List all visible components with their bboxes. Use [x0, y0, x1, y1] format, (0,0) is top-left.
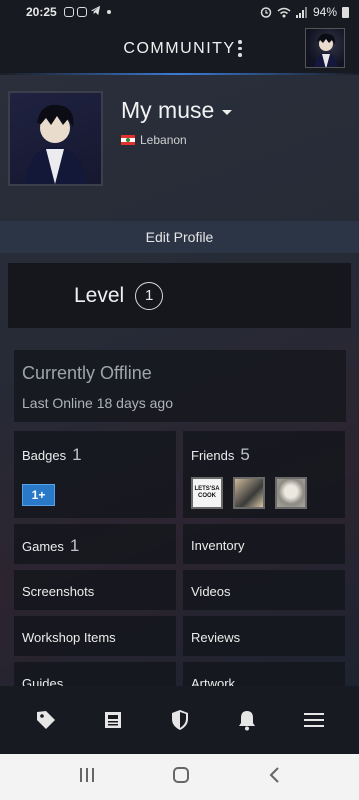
badges-count: 1 [72, 445, 82, 464]
status-time: 20:25 [26, 5, 57, 19]
screenshots-label: Screenshots [22, 584, 95, 599]
profile-content[interactable]: My muse Lebanon Edit Profile Level 1 Cur… [0, 75, 359, 686]
artwork-label: Artwork [191, 676, 236, 686]
friend-avatar[interactable] [233, 477, 265, 509]
guides-tile[interactable]: Guides [14, 662, 176, 686]
notification-dot-icon [106, 10, 111, 14]
games-tile[interactable]: Games 1 [14, 524, 176, 564]
friends-count: 5 [240, 445, 250, 464]
videos-tile[interactable]: Videos [183, 570, 345, 610]
profile-name[interactable]: My muse [121, 97, 233, 124]
friends-label: Friends 5 [191, 445, 250, 464]
games-count: 1 [69, 536, 80, 555]
guides-label: Guides [22, 676, 64, 686]
alarm-icon [260, 7, 272, 18]
telegram-icon [90, 5, 101, 19]
badge-icon[interactable]: 1+ [22, 484, 55, 506]
status-panel: Currently Offline Last Online 18 days ag… [14, 350, 346, 422]
screenshots-tile[interactable]: Screenshots [14, 570, 176, 610]
profile-name-text: My muse [121, 97, 215, 123]
videos-label: Videos [191, 584, 231, 599]
more-options-icon[interactable] [238, 40, 242, 57]
level-panel: Level 1 [8, 263, 351, 328]
badges-tile[interactable]: Badges 1 1+ [14, 431, 176, 518]
reviews-label: Reviews [191, 630, 241, 645]
status-bar: 20:25 94% [0, 0, 359, 24]
friends-tile[interactable]: Friends 5 LETS'SA COOK [183, 431, 345, 518]
inventory-label: Inventory [191, 538, 245, 553]
battery-icon [342, 6, 349, 18]
recent-apps-icon[interactable] [78, 767, 96, 788]
instagram-icon [76, 7, 87, 17]
last-online: Last Online 18 days ago [22, 395, 173, 411]
level-label: Level [74, 283, 125, 307]
menu-icon[interactable] [299, 705, 329, 735]
news-icon[interactable] [98, 705, 128, 735]
friend-avatar[interactable]: LETS'SA COOK [191, 477, 223, 509]
wifi-icon [277, 7, 291, 17]
instagram-icon [63, 7, 74, 17]
edit-profile-button[interactable]: Edit Profile [0, 221, 359, 253]
country-label: Lebanon [140, 133, 187, 147]
badges-label: Badges 1 [22, 445, 82, 464]
bottom-nav [0, 686, 359, 754]
lebanon-flag-icon [121, 135, 135, 145]
home-icon[interactable] [172, 766, 190, 789]
bell-icon[interactable] [232, 705, 262, 735]
level-badge: 1 [135, 281, 164, 310]
workshop-tile[interactable]: Workshop Items [14, 616, 176, 656]
app-header: COMMUNITY [0, 24, 359, 74]
chevron-down-icon[interactable] [222, 110, 233, 115]
online-status: Currently Offline [22, 363, 152, 383]
header-avatar[interactable] [305, 28, 345, 68]
back-icon[interactable] [267, 766, 281, 789]
battery-percent: 94% [312, 5, 337, 19]
profile-country: Lebanon [121, 133, 187, 147]
signal-icon [295, 6, 307, 18]
system-nav-bar [0, 754, 359, 800]
page-title: COMMUNITY [123, 40, 236, 57]
workshop-label: Workshop Items [22, 630, 116, 645]
profile-avatar[interactable] [8, 91, 103, 186]
reviews-tile[interactable]: Reviews [183, 616, 345, 656]
inventory-tile[interactable]: Inventory [183, 524, 345, 564]
tag-icon[interactable] [31, 705, 61, 735]
friend-avatar[interactable] [275, 477, 307, 509]
games-label: Games 1 [22, 536, 80, 555]
artwork-tile[interactable]: Artwork [183, 662, 345, 686]
shield-icon[interactable] [165, 705, 195, 735]
